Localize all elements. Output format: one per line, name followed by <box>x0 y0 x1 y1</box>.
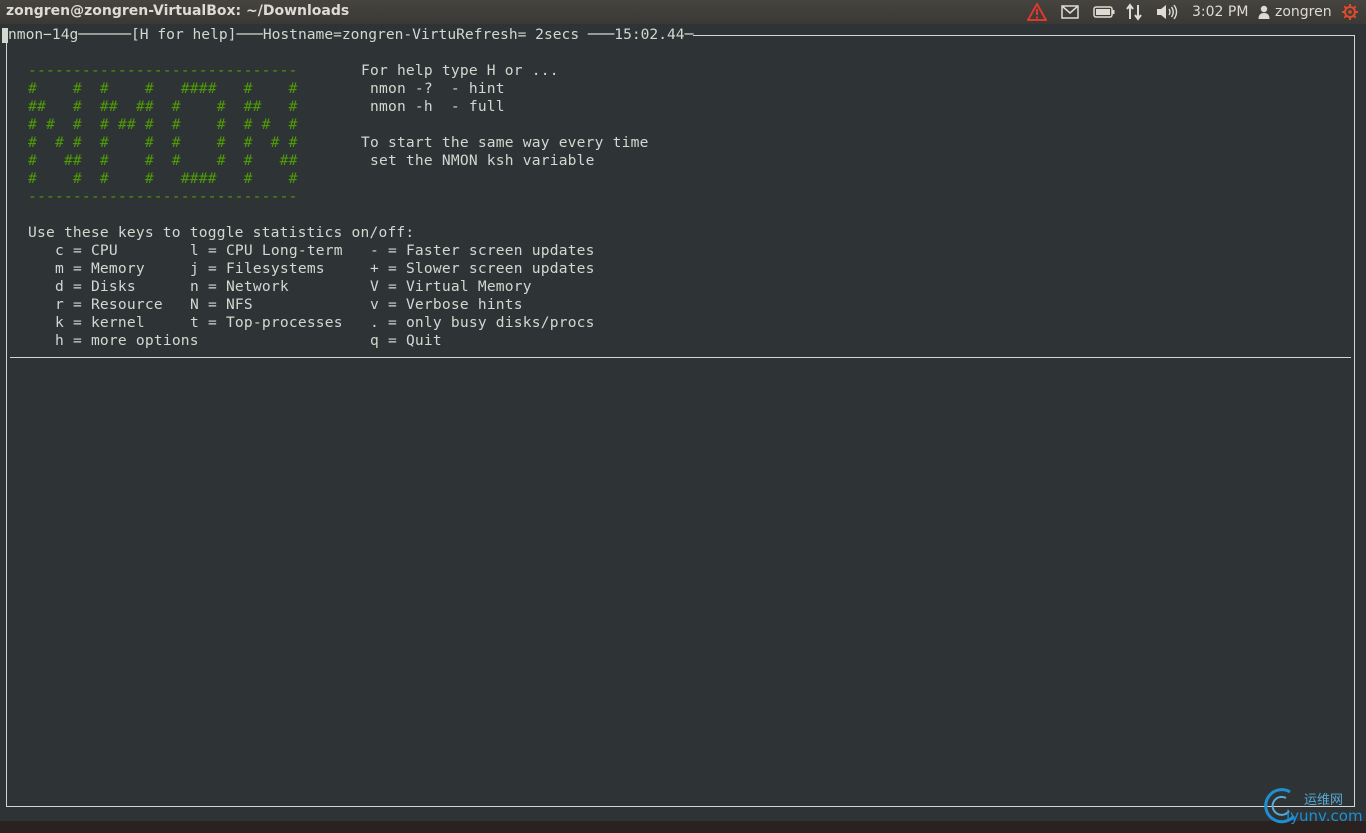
user-icon[interactable] <box>1258 0 1270 24</box>
key-binding: q = Quit <box>370 332 442 349</box>
help-hint: [H for help] <box>131 26 237 43</box>
volume-icon[interactable] <box>1156 0 1178 24</box>
key-binding: d = Disks <box>55 278 136 295</box>
logo-line: # # # # #### # # <box>28 80 298 97</box>
terminal-window[interactable]: nmon−14g──────[H for help]───Hostname=zo… <box>0 24 1366 821</box>
key-binding: V = Virtual Memory <box>370 278 532 295</box>
help-line: nmon -? - hint <box>361 80 505 97</box>
watermark: 运维网 iyunv.com <box>1262 786 1363 830</box>
bottom-strip <box>0 821 1366 833</box>
key-binding: c = CPU <box>55 242 118 259</box>
mail-icon[interactable] <box>1061 0 1079 24</box>
key-binding: + = Slower screen updates <box>370 260 595 277</box>
window-title: zongren@zongren-VirtualBox: ~/Downloads <box>6 3 350 19</box>
key-binding: l = CPU Long-term <box>190 242 343 259</box>
logo-line: ------------------------------ <box>28 188 298 205</box>
logo-line: # ## # # # # # ## <box>28 152 298 169</box>
hostname: Hostname=zongren-Virtu <box>262 26 457 43</box>
logo-line: # # # # ## # # # # # # <box>28 116 298 133</box>
user-name[interactable]: zongren <box>1275 4 1332 20</box>
key-binding: r = Resource <box>55 296 163 313</box>
watermark-line2: iyunv.com <box>1286 807 1363 825</box>
key-binding: v = Verbose hints <box>370 296 523 313</box>
battery-icon[interactable] <box>1093 0 1115 24</box>
key-binding: - = Faster screen updates <box>370 242 595 259</box>
help-line: For help type H or ... <box>361 62 559 79</box>
key-binding: j = Filesystems <box>190 260 325 277</box>
session-gear-icon[interactable] <box>1341 0 1359 24</box>
watermark-line1: 运维网 <box>1304 793 1344 808</box>
refresh-rate: Refresh= 2secs <box>456 26 580 43</box>
nmon-time: 15:02.44 <box>614 26 685 43</box>
key-binding: t = Top-processes <box>190 314 343 331</box>
clock[interactable]: 3:02 PM <box>1192 4 1248 20</box>
help-line: To start the same way every time <box>361 134 649 151</box>
help-line: set the NMON ksh variable <box>361 152 595 169</box>
key-binding: n = Network <box>190 278 289 295</box>
key-binding: . = only busy disks/procs <box>370 314 595 331</box>
nmon-title-bar: nmon−14g──────[H for help]───Hostname=zo… <box>8 26 694 44</box>
key-binding: k = kernel <box>55 314 145 331</box>
alert-icon[interactable] <box>1027 0 1047 24</box>
frame-separator <box>10 357 1351 358</box>
network-icon[interactable] <box>1125 0 1143 24</box>
help-line: nmon -h - full <box>361 98 505 115</box>
logo-line: # # # # # # # # # # <box>28 134 298 151</box>
key-binding: h = more options <box>55 332 199 349</box>
logo-line: ------------------------------ <box>28 62 298 79</box>
nmon-version: nmon−14g <box>8 26 79 43</box>
logo-line: ## # ## ## # # ## # <box>28 98 298 115</box>
frame-top-border <box>693 35 1355 36</box>
key-binding: m = Memory <box>55 260 145 277</box>
key-binding: N = NFS <box>190 296 253 313</box>
keys-intro: Use these keys to toggle statistics on/o… <box>28 224 415 241</box>
top-panel: zongren@zongren-VirtualBox: ~/Downloads … <box>0 0 1366 24</box>
logo-line: # # # # #### # # <box>28 170 298 187</box>
